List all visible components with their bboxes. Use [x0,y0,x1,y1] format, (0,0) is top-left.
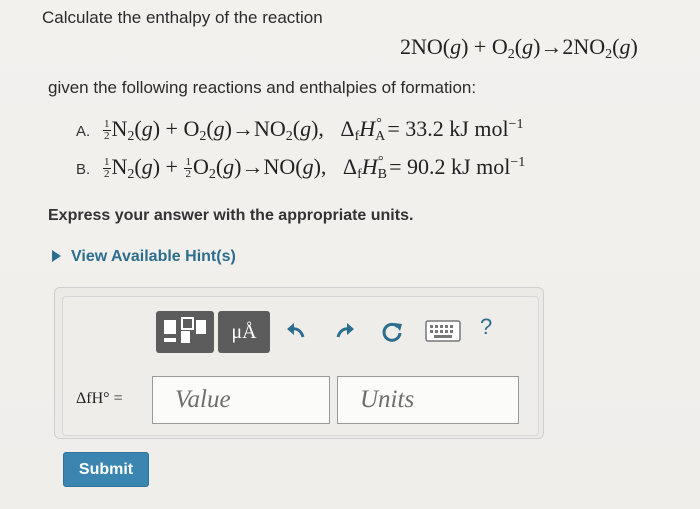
units-input[interactable] [337,376,519,424]
main-reaction-equation: 2NO(g) + O2(g)→2NO2(g) [400,34,638,62]
redo-icon[interactable] [330,318,358,346]
reaction-a-label: A. [76,123,91,140]
expand-triangle-icon [52,250,61,262]
templates-button[interactable] [156,311,214,353]
given-text: given the following reactions and enthal… [48,78,477,97]
reaction-b-label: B. [76,161,91,178]
enthalpy-variable-label: ΔfH° = [76,390,123,407]
question-intro: Calculate the enthalpy of the reaction [42,8,323,27]
units-button[interactable]: μÅ [218,311,270,353]
help-icon[interactable]: ? [480,314,492,340]
submit-button[interactable]: Submit [63,452,149,487]
reaction-a: A. 1 2 N2(g) + O2(g)→NO2(g), ΔfHA° = 33.2 k… [76,116,524,144]
keyboard-icon[interactable] [425,320,461,342]
view-hints-label: View Available Hint(s) [71,248,236,265]
value-input[interactable] [152,376,330,424]
express-instruction: Express your answer with the appropriate… [48,207,414,224]
view-hints-link[interactable]: View Available Hint(s) [52,248,236,266]
reset-icon[interactable] [378,318,406,346]
reaction-b: B. 1 2 N2(g) + 1 2 O2(g)→NO(g), ΔfHB° = 90.2 … [76,154,526,182]
undo-icon[interactable] [283,318,311,346]
